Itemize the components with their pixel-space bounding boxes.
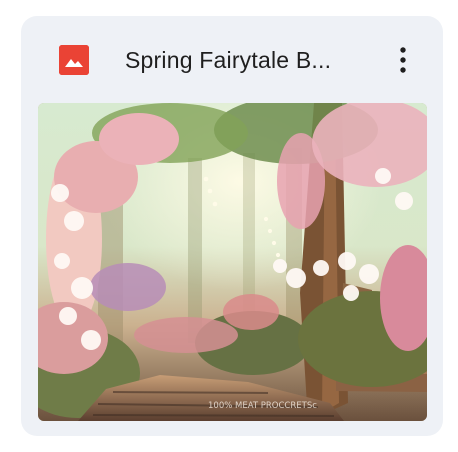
file-title[interactable]: Spring Fairytale B... [125,45,375,75]
thumbnail-watermark: 100% MEAT PROCCRETSc [208,401,317,411]
file-card[interactable]: Spring Fairytale B... 100% MEAT PROCCRET… [21,16,443,436]
more-options-button[interactable] [391,42,415,78]
image-thumbnail[interactable]: 100% MEAT PROCCRETSc [38,103,427,421]
file-card-header: Spring Fairytale B... [21,16,443,102]
image-file-icon [59,45,89,75]
more-vertical-icon [400,47,406,73]
